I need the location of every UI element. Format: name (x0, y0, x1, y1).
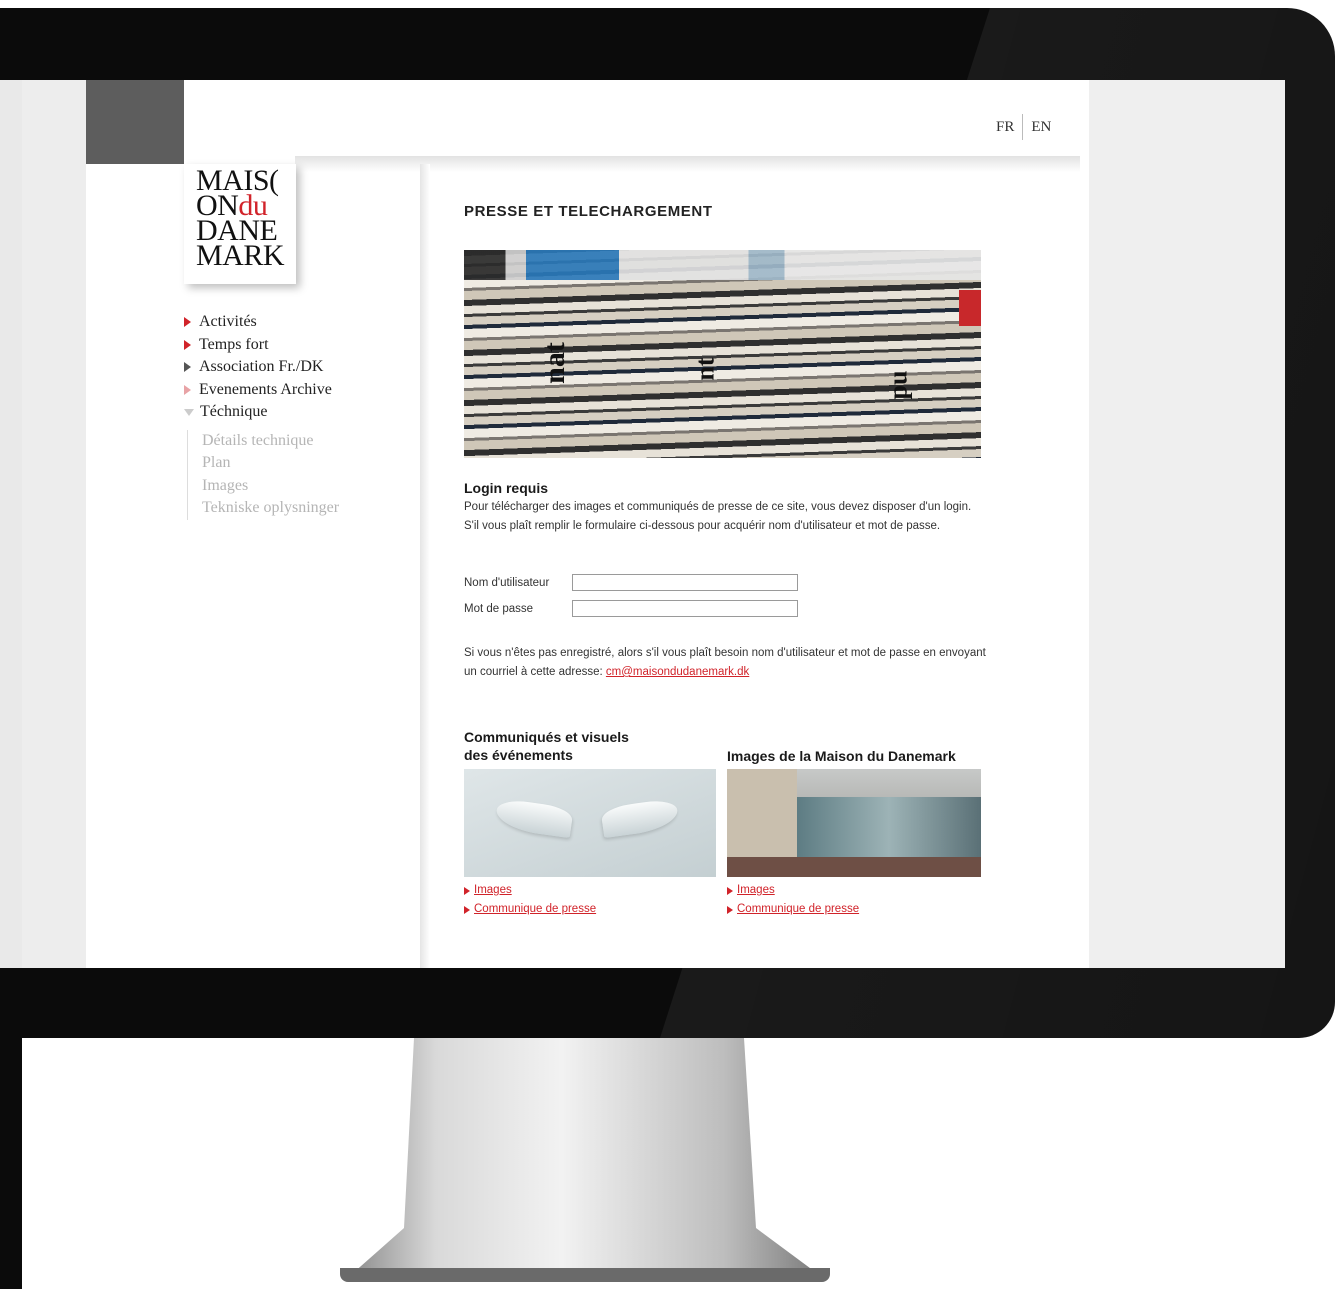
lang-fr-link[interactable]: FR (996, 119, 1014, 136)
events-heading-line-1: Communiqués et visuels (464, 729, 629, 745)
events-press-link[interactable]: Communique de presse (464, 900, 596, 919)
arrow-right-icon (464, 886, 470, 895)
maison-thumbnail[interactable] (727, 769, 981, 877)
header-shadow (295, 156, 1080, 172)
events-images-link[interactable]: Images (464, 881, 596, 900)
monitor-screen: FR EN MAIS( ONdu DANE MARK Activités Tem… (0, 80, 1285, 968)
link-label: Images (737, 884, 775, 896)
username-label: Nom d'utilisateur (464, 576, 550, 589)
nav-item-activites[interactable]: Activités (184, 311, 339, 334)
monitor-stand (352, 1038, 818, 1274)
arrow-right-icon (464, 905, 470, 914)
nav-item-temps-fort[interactable]: Temps fort (184, 334, 339, 357)
nav-label: Temps fort (199, 335, 269, 353)
page-right-margin (1089, 80, 1285, 968)
password-label: Mot de passe (464, 602, 534, 615)
nav-label: Association Fr./DK (199, 358, 324, 376)
register-note: Si vous n'êtes pas enregistré, alors s'i… (464, 644, 994, 682)
hero-newspapers-image: nat nt pu (464, 250, 981, 458)
hero-glyph: pu (883, 370, 913, 400)
password-input[interactable] (572, 600, 798, 617)
nav-label: Evenements Archive (199, 380, 332, 398)
username-row: Nom d'utilisateur (464, 574, 798, 591)
page-left-margin (22, 80, 86, 968)
subnav-item-images[interactable]: Images (202, 475, 339, 498)
events-thumbnail[interactable] (464, 769, 716, 877)
lang-divider (1022, 114, 1024, 140)
subnav-item-tekniske[interactable]: Tekniske oplysninger (202, 497, 339, 520)
wing-left-shape (494, 797, 574, 839)
site-logo[interactable]: MAIS( ONdu DANE MARK (184, 164, 296, 284)
arrow-right-icon (184, 362, 191, 373)
contact-email-link[interactable]: cm@maisondudanemark.dk (606, 666, 749, 678)
maison-images-heading: Images de la Maison du Danemark (727, 748, 956, 764)
hero-glyph: nat (537, 342, 571, 384)
events-heading: Communiqués et visuels des événements (464, 728, 629, 764)
maison-images-link[interactable]: Images (727, 881, 859, 900)
header-grey-block (86, 80, 184, 164)
link-label: Communique de presse (474, 903, 597, 915)
events-links: Images Communique de presse (464, 881, 596, 919)
sidebar-nav: Activités Temps fort Association Fr./DK … (184, 311, 339, 520)
nav-label: Activités (199, 313, 257, 331)
link-label: Images (474, 884, 512, 896)
arrow-right-icon (184, 339, 191, 350)
arrow-right-icon (184, 317, 191, 328)
subnav-item-plan[interactable]: Plan (202, 452, 339, 475)
hero-accent (959, 290, 981, 326)
hero-glyph: nt (690, 357, 720, 381)
page-title: PRESSE ET TELECHARGEMENT (464, 203, 713, 220)
technique-subnav: Détails technique Plan Images Tekniske o… (187, 429, 339, 520)
username-input[interactable] (572, 574, 798, 591)
arrow-right-icon (727, 886, 733, 895)
arrow-right-icon (184, 384, 191, 395)
lang-en-link[interactable]: EN (1031, 119, 1051, 136)
content-edge-shadow (420, 164, 430, 968)
language-switcher: FR EN (996, 114, 1051, 140)
login-heading: Login requis (464, 480, 548, 496)
building-ground (727, 857, 981, 877)
subnav-item-details-technique[interactable]: Détails technique (202, 430, 339, 453)
password-row: Mot de passe (464, 600, 798, 617)
maison-links: Images Communique de presse (727, 881, 859, 919)
nav-label: Téchnique (200, 403, 268, 421)
hero-stripe (464, 250, 981, 280)
nav-item-technique[interactable]: Téchnique (184, 401, 339, 424)
maison-press-link[interactable]: Communique de presse (727, 900, 859, 919)
arrow-down-icon (184, 408, 194, 416)
link-label: Communique de presse (737, 903, 860, 915)
nav-item-association[interactable]: Association Fr./DK (184, 356, 339, 379)
nav-item-evenements-archive[interactable]: Evenements Archive (184, 379, 339, 402)
wing-right-shape (600, 797, 680, 839)
arrow-right-icon (727, 905, 733, 914)
monitor-base (340, 1268, 830, 1282)
events-heading-line-2: des événements (464, 747, 573, 763)
login-description: Pour télécharger des images et communiqu… (464, 501, 972, 532)
logo-line-4: MARK (196, 239, 285, 272)
